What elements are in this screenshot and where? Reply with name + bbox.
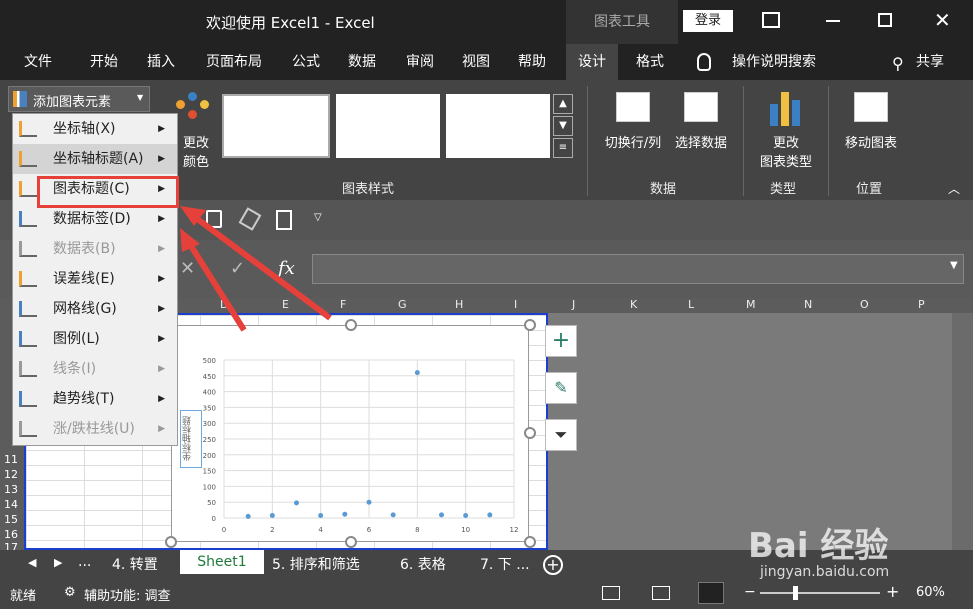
zoom-in-icon[interactable]: + (886, 582, 899, 601)
sheet-tab[interactable]: 7. 下 ... (480, 554, 530, 574)
sheet-tab[interactable]: 5. 排序和筛选 (272, 554, 360, 574)
sheet-tab[interactable]: 6. 表格 (400, 554, 446, 574)
accessibility-status[interactable]: 辅助功能: 调查 (84, 585, 171, 604)
zoom-level[interactable]: 60% (916, 585, 945, 600)
next-sheet-icon[interactable]: ▶ (54, 556, 62, 569)
sheet-tab[interactable]: 4. 转置 (112, 554, 158, 574)
zoom-slider-thumb[interactable] (793, 586, 798, 600)
status-ready: 就绪 (10, 589, 37, 604)
zoom-slider[interactable] (760, 592, 880, 594)
add-sheet-icon[interactable]: + (543, 555, 563, 575)
sheet-tab-active[interactable]: Sheet1 (180, 550, 264, 574)
page-break-view-icon[interactable] (698, 582, 724, 604)
normal-view-icon[interactable] (602, 586, 620, 600)
zoom-out-icon[interactable]: − (744, 584, 756, 600)
sheet-tab[interactable]: ... (78, 554, 91, 570)
status-bar: 就绪 ⚙ 辅助功能: 调查 − + 60% (0, 578, 973, 609)
accessibility-icon: ⚙ (64, 585, 76, 600)
watermark-url: jingyan.baidu.com (760, 564, 890, 580)
prev-sheet-icon[interactable]: ◀ (28, 556, 36, 569)
watermark-brand: Bai 经验 (748, 526, 889, 566)
page-layout-view-icon[interactable] (652, 586, 670, 600)
